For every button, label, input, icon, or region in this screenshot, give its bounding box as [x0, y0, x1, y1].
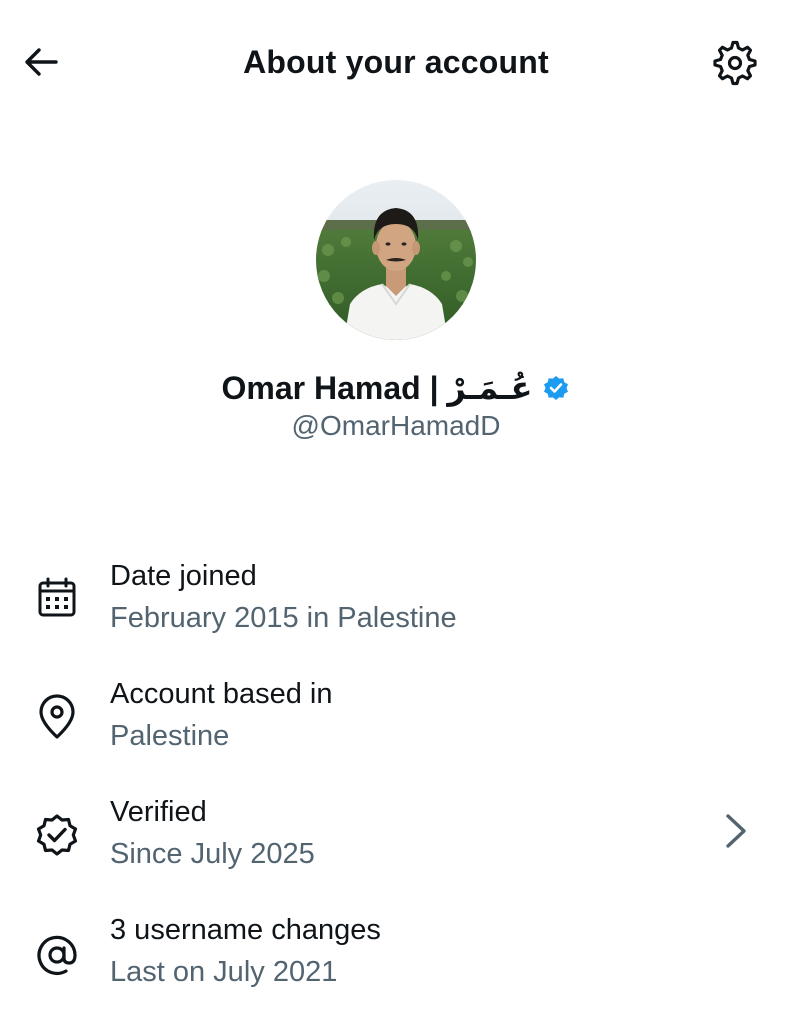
avatar[interactable]	[316, 180, 476, 340]
info-item-account-based-in: Account based in Palestine	[0, 674, 792, 774]
at-sign-icon	[37, 935, 77, 975]
info-item-username-changes: 3 username changes Last on July 2021	[0, 910, 792, 1010]
calendar-icon	[38, 577, 76, 617]
profile-name-row: Omar Hamad | عُـمَـرْ	[0, 364, 792, 412]
display-name: Omar Hamad | عُـمَـرْ	[221, 370, 533, 406]
info-subtitle: Since July 2025	[110, 838, 315, 870]
info-item-date-joined: Date joined February 2015 in Palestine	[0, 556, 792, 656]
info-title: Account based in	[110, 678, 333, 710]
verified-badge-icon	[543, 376, 568, 400]
info-title: Date joined	[110, 560, 257, 592]
top-bar: About your account	[0, 0, 792, 126]
info-subtitle: February 2015 in Palestine	[110, 602, 457, 634]
chevron-right-icon	[726, 814, 746, 848]
verified-check-icon	[36, 814, 78, 856]
info-item-verified[interactable]: Verified Since July 2025	[0, 792, 792, 892]
info-subtitle: Last on July 2021	[110, 956, 338, 988]
gear-icon	[713, 40, 757, 86]
profile-handle: @OmarHamadD	[291, 410, 501, 441]
settings-button[interactable]	[710, 38, 760, 88]
location-pin-icon	[39, 694, 75, 739]
profile-photo	[316, 180, 476, 340]
info-title: Verified	[110, 796, 207, 828]
page-title: About your account	[243, 44, 549, 80]
info-title: 3 username changes	[110, 914, 381, 946]
info-subtitle: Palestine	[110, 720, 230, 752]
